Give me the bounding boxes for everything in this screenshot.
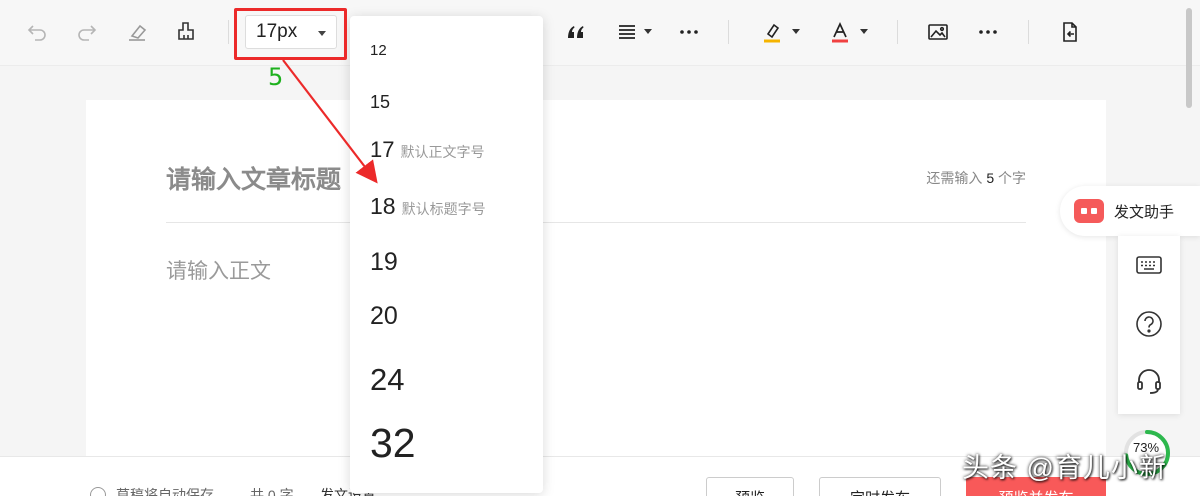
quote-icon[interactable] bbox=[561, 17, 591, 47]
assistant-label: 发文助手 bbox=[1114, 203, 1175, 221]
annotation-step-label: 5 bbox=[268, 63, 284, 91]
font-size-option[interactable]: 17 默认正文字号 bbox=[370, 137, 484, 163]
word-count: 共 0 字 bbox=[250, 487, 294, 496]
highlight-icon[interactable] bbox=[757, 17, 787, 47]
scroll-thumb[interactable] bbox=[1186, 8, 1192, 108]
chevron-down-icon[interactable] bbox=[860, 29, 868, 34]
annotation-highlight-box bbox=[234, 8, 347, 60]
toolbar-divider bbox=[897, 20, 898, 44]
toolbar-divider bbox=[1028, 20, 1029, 44]
font-size-option-value: 17 bbox=[370, 137, 395, 162]
font-size-option-value: 20 bbox=[370, 302, 398, 330]
font-size-option-value: 19 bbox=[370, 248, 398, 276]
align-icon[interactable] bbox=[612, 17, 642, 47]
writing-assistant-button[interactable]: 发文助手 bbox=[1060, 186, 1200, 236]
char-remaining-hint: 还需输入 5 个字 bbox=[926, 170, 1026, 186]
font-size-dropdown: 12 15 17 默认正文字号 18 默认标题字号 19 20 24 32 bbox=[350, 16, 543, 493]
font-size-option-value: 12 bbox=[370, 42, 387, 59]
side-tools bbox=[1118, 236, 1180, 414]
format-brush-icon[interactable] bbox=[171, 17, 201, 47]
body-input[interactable]: 请输入正文 bbox=[166, 255, 271, 285]
char-remaining-count: 5 bbox=[986, 170, 995, 186]
chevron-down-icon[interactable] bbox=[644, 29, 652, 34]
check-circle-icon bbox=[90, 487, 106, 496]
preview-button[interactable]: 预览 bbox=[706, 477, 794, 496]
help-icon[interactable] bbox=[1134, 309, 1164, 339]
eraser-icon[interactable] bbox=[122, 17, 152, 47]
font-size-option-value: 24 bbox=[370, 362, 405, 397]
schedule-publish-button[interactable]: 定时发布 bbox=[819, 477, 941, 496]
redo-icon[interactable] bbox=[72, 17, 102, 47]
more-icon[interactable] bbox=[674, 17, 704, 47]
title-input[interactable]: 请输入文章标题 bbox=[166, 160, 341, 196]
image-icon[interactable] bbox=[923, 17, 953, 47]
headset-icon[interactable] bbox=[1134, 366, 1164, 396]
more-icon[interactable] bbox=[973, 17, 1003, 47]
editor-toolbar: 17px bbox=[0, 0, 1200, 66]
font-color-icon[interactable] bbox=[825, 17, 855, 47]
toolbar-divider bbox=[728, 20, 729, 44]
font-size-option[interactable]: 12 bbox=[370, 42, 387, 59]
editor-card: 请输入文章标题 还需输入 5 个字 请输入正文 bbox=[86, 100, 1106, 460]
font-size-option[interactable]: 24 bbox=[370, 362, 404, 398]
chevron-down-icon[interactable] bbox=[792, 29, 800, 34]
font-size-option-value: 18 bbox=[370, 193, 396, 219]
watermark: 头条 @育儿小新 bbox=[962, 453, 1167, 483]
font-size-option-value: 32 bbox=[370, 420, 416, 466]
title-divider bbox=[166, 222, 1026, 223]
font-size-option[interactable]: 18 默认标题字号 bbox=[370, 193, 486, 220]
undo-icon[interactable] bbox=[22, 17, 52, 47]
keyboard-icon[interactable] bbox=[1134, 250, 1164, 280]
toolbar-divider bbox=[228, 20, 229, 44]
font-size-option-value: 15 bbox=[370, 92, 391, 112]
font-size-option[interactable]: 19 bbox=[370, 248, 398, 277]
scrollbar[interactable] bbox=[1184, 0, 1194, 110]
import-icon[interactable] bbox=[1055, 17, 1085, 47]
font-size-option-hint: 默认标题字号 bbox=[401, 201, 486, 217]
assistant-logo-icon bbox=[1074, 199, 1104, 223]
autosave-status: 草稿将自动保存 bbox=[90, 485, 214, 496]
font-size-option[interactable]: 15 bbox=[370, 92, 390, 113]
font-size-option[interactable]: 20 bbox=[370, 302, 398, 331]
font-size-option[interactable]: 32 bbox=[370, 420, 416, 467]
font-size-option-hint: 默认正文字号 bbox=[400, 144, 485, 160]
